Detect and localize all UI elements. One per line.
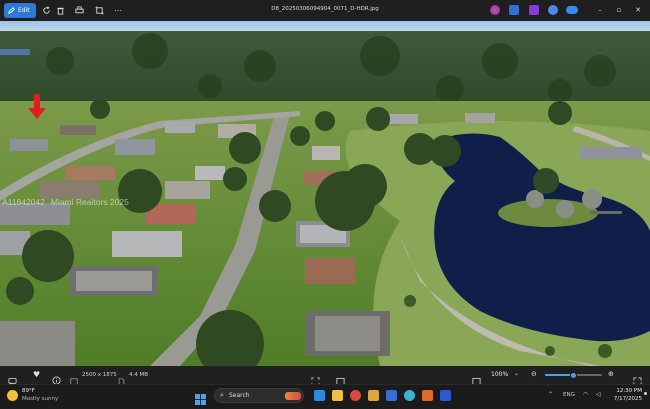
photo-watermark: A11842042 Miami Realtors 2025 — [2, 197, 129, 207]
search-highlight-icon — [285, 392, 301, 400]
volume-icon[interactable]: ◁ — [596, 391, 601, 398]
designer-icon[interactable] — [509, 5, 519, 15]
taskbar-search-box[interactable]: ⌕ Search — [214, 388, 304, 403]
watermark-brand: Miami Realtors 2025 — [50, 197, 129, 207]
minimize-icon[interactable]: – — [593, 4, 607, 16]
close-icon[interactable]: ✕ — [631, 4, 645, 16]
photos-icon[interactable] — [440, 390, 451, 401]
windows-logo-icon — [195, 394, 206, 405]
notification-icon[interactable] — [644, 392, 647, 395]
weather-description[interactable]: Mostly sunny — [22, 396, 58, 402]
task-view-icon[interactable] — [314, 390, 325, 401]
clipchamp-icon[interactable] — [529, 5, 539, 15]
zoom-level: 100% — [491, 371, 509, 378]
search-icon: ⌕ — [220, 391, 224, 399]
tray-chevron-icon[interactable]: ⌃ — [548, 391, 553, 398]
zoom-dropdown-icon[interactable]: ⌄ — [514, 370, 519, 377]
zoom-out-icon[interactable]: ⊖ — [531, 370, 537, 378]
search-placeholder: Search — [229, 392, 250, 399]
start-button[interactable] — [195, 390, 206, 405]
watermark-id: A11842042 — [2, 197, 45, 207]
weather-sun-icon[interactable] — [7, 390, 18, 401]
photo-viewer[interactable]: A11842042 Miami Realtors 2025 — [0, 21, 650, 366]
maximize-icon[interactable]: ▫ — [612, 4, 626, 16]
clock-date[interactable]: 7/17/2025 — [612, 396, 642, 402]
mail-icon[interactable] — [386, 390, 397, 401]
zoom-slider[interactable] — [545, 371, 602, 379]
copilot-icon[interactable] — [490, 5, 500, 15]
onedrive-icon[interactable] — [566, 6, 578, 14]
favorite-icon[interactable]: ♥ — [33, 370, 40, 379]
edge-icon[interactable] — [404, 390, 415, 401]
aerial-photo — [0, 21, 650, 366]
store-icon[interactable] — [422, 390, 433, 401]
weather-temperature[interactable]: 89°F — [22, 388, 35, 394]
title-bar: Edit ⋯ D8_20250306094904_0071_D-HDR.jpg … — [0, 0, 650, 21]
language-indicator[interactable]: ENG — [563, 392, 575, 398]
share-icon[interactable] — [548, 5, 558, 15]
info-bar: ♥ 2500 x 1875 4.4 MB 100% ⌄ ⊖ ⊕ — [0, 366, 650, 387]
file-size: 4.4 MB — [129, 372, 149, 378]
folder-icon[interactable] — [368, 390, 379, 401]
file-explorer-icon[interactable] — [332, 390, 343, 401]
image-dimensions: 2500 x 1875 — [82, 372, 117, 378]
zoom-slider-thumb[interactable] — [570, 371, 577, 379]
wifi-icon[interactable]: ◠ — [583, 391, 588, 398]
taskbar: 89°F Mostly sunny ⌕ Search ⌃ ENG ◠ ◁ 12:… — [0, 384, 650, 407]
zoom-in-icon[interactable]: ⊕ — [608, 370, 614, 378]
clock-time[interactable]: 12:30 PM — [612, 388, 642, 394]
chrome-icon[interactable] — [350, 390, 361, 401]
